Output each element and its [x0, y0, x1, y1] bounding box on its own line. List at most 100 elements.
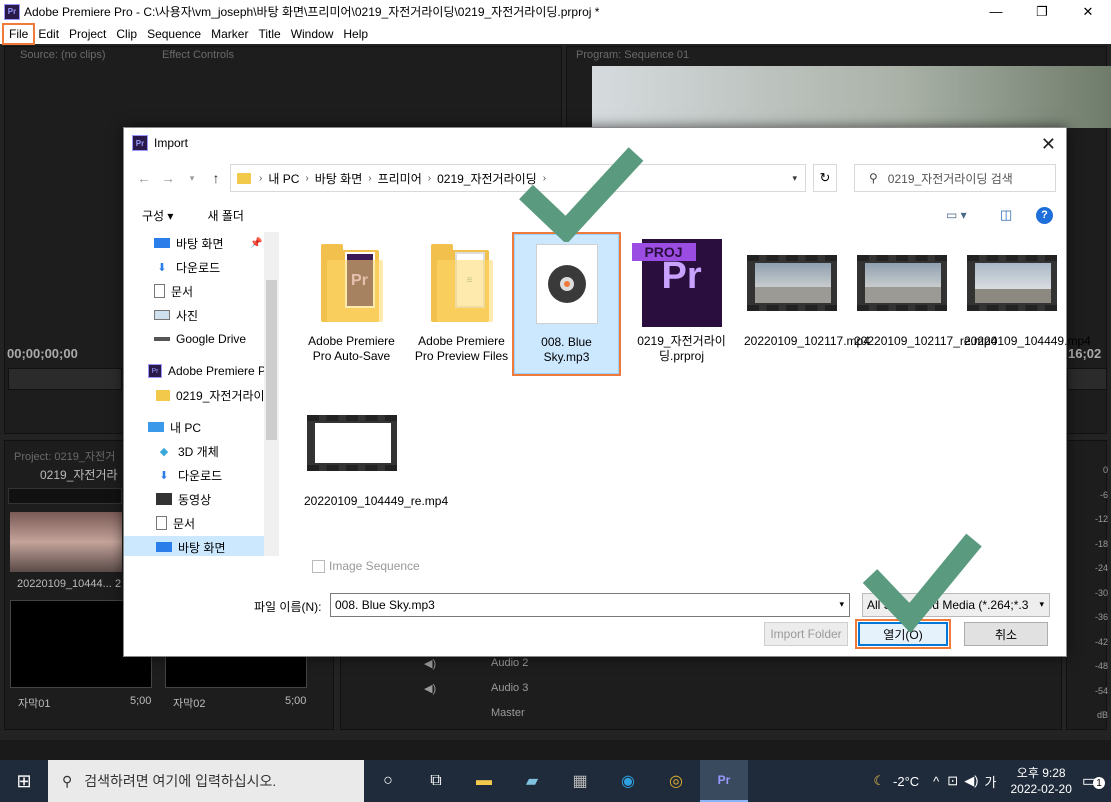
breadcrumb-pc[interactable]: 내 PC	[268, 170, 299, 187]
minimize-icon[interactable]: —	[973, 0, 1019, 23]
menu-edit[interactable]: Edit	[33, 25, 64, 43]
menu-help[interactable]: Help	[338, 25, 373, 43]
close-icon[interactable]: ✕	[1065, 0, 1111, 23]
taskbar-search-input[interactable]: ⚲ 검색하려면 여기에 입력하십시오.	[48, 760, 364, 802]
forward-icon[interactable]: →	[156, 170, 180, 186]
notes-app-icon[interactable]: ▰	[508, 760, 556, 802]
nav-item-3d-objects[interactable]: ◆ 3D 개체	[156, 440, 219, 462]
file-item-video-2-re[interactable]: 20220109_104449_re.mp4	[299, 398, 448, 509]
effect-controls-tab[interactable]: Effect Controls	[162, 49, 234, 61]
chrome-icon[interactable]: ◎	[652, 760, 700, 802]
cortana-icon[interactable]: ○	[364, 760, 412, 802]
file-item-blue-sky-mp3[interactable]: 008. Blue Sky.mp3	[512, 232, 621, 376]
premiere-taskbar-icon[interactable]: Pr	[700, 760, 748, 802]
menu-project[interactable]: Project	[64, 25, 111, 43]
organize-button[interactable]: 구성 ▾	[142, 207, 173, 224]
date: 2022-02-20	[1010, 782, 1072, 796]
new-folder-button[interactable]: 새 폴더	[207, 207, 243, 224]
chevron-down-icon[interactable]: ▾	[1039, 599, 1044, 610]
nav-scrollbar[interactable]	[264, 232, 279, 556]
menu-clip[interactable]: Clip	[111, 25, 142, 43]
project-search-input[interactable]	[8, 488, 122, 504]
help-icon[interactable]: ?	[1036, 206, 1053, 224]
chevron-down-icon[interactable]: ▾	[792, 173, 797, 184]
track-audio-3[interactable]: Audio 3	[491, 682, 528, 694]
file-name: 20220109_102117_re.mp4	[854, 334, 998, 348]
checkbox[interactable]	[312, 559, 325, 573]
program-tab[interactable]: Program: Sequence 01	[576, 49, 689, 61]
bin-thumb-video[interactable]	[10, 512, 122, 572]
breadcrumb-premiere[interactable]: 프리미어	[378, 170, 422, 187]
menu-sequence[interactable]: Sequence	[142, 25, 206, 43]
close-icon[interactable]: ✕	[1041, 134, 1056, 155]
nav-item-pictures[interactable]: 사진	[154, 304, 198, 326]
meter-scale-label: -12	[1094, 514, 1108, 524]
calculator-icon[interactable]: ▦	[556, 760, 604, 802]
file-name: 20220109_102117.mp4	[744, 334, 870, 348]
network-icon[interactable]: ⊡	[947, 773, 958, 789]
back-icon[interactable]: ←	[132, 170, 156, 186]
view-icon[interactable]: ▭ ▾	[946, 208, 967, 222]
nav-item-downloads[interactable]: ⬇ 다운로드	[154, 256, 220, 278]
clock[interactable]: 오후 9:28 2022-02-20	[1010, 765, 1071, 797]
menu-window[interactable]: Window	[286, 25, 339, 43]
file-item-auto-save[interactable]: Pr Adobe Premiere Pro Auto-Save	[299, 238, 404, 364]
program-scrubber[interactable]	[1067, 368, 1107, 390]
nav-item-project-folder[interactable]: 0219_자전거라이	[156, 384, 265, 406]
chevron-up-icon[interactable]: ^	[933, 774, 939, 789]
edge-icon[interactable]: ◉	[604, 760, 652, 802]
menu-title[interactable]: Title	[253, 25, 285, 43]
nav-item-premiere[interactable]: Pr Adobe Premiere P	[148, 360, 266, 382]
image-sequence-checkbox[interactable]: Image Sequence	[312, 559, 420, 573]
desktop-icon	[156, 542, 172, 552]
file-item-preview-files[interactable]: ≡ Adobe Premiere Pro Preview Files	[409, 238, 514, 364]
nav-item-desktop-pc[interactable]: 바탕 화면	[124, 536, 264, 556]
chevron-down-icon[interactable]: ▾	[839, 599, 844, 610]
source-tab[interactable]: Source: (no clips)	[20, 49, 106, 61]
3d-icon: ◆	[159, 445, 169, 458]
nav-item-documents-pc[interactable]: 문서	[156, 512, 195, 534]
source-scrubber[interactable]	[8, 368, 122, 390]
nav-item-google-drive[interactable]: Google Drive	[154, 328, 246, 350]
file-item-video-1[interactable]: 20220109_102117.mp4	[739, 238, 870, 349]
search-input[interactable]: ⚲ 0219_자전거라이딩 검색	[854, 164, 1056, 192]
track-audio-2[interactable]: Audio 2	[491, 657, 528, 669]
menu-marker[interactable]: Marker	[206, 25, 253, 43]
nav-item-downloads-pc[interactable]: ⬇ 다운로드	[156, 464, 222, 486]
ime-indicator[interactable]: 가	[985, 772, 997, 791]
file-item-prproj[interactable]: PROJ Pr 0219_자전거라이딩.prproj	[629, 238, 734, 364]
scrollbar-thumb[interactable]	[266, 280, 277, 440]
refresh-icon[interactable]: ↻	[813, 164, 837, 192]
speaker-icon[interactable]: ◀)	[424, 657, 436, 670]
pc-icon	[148, 422, 164, 432]
nav-item-videos[interactable]: 동영상	[156, 488, 211, 510]
speaker-icon[interactable]: ◀)	[424, 682, 436, 695]
restore-icon[interactable]: ❐	[1019, 0, 1065, 23]
nav-item-desktop[interactable]: 바탕 화면	[154, 232, 224, 254]
nav-item-documents[interactable]: 문서	[154, 280, 193, 302]
video-thumbnail	[306, 415, 397, 471]
nav-item-this-pc[interactable]: 내 PC	[148, 416, 201, 438]
notification-icon[interactable]: ▭ 1	[1082, 771, 1105, 791]
project-tab[interactable]: Project: 0219_자전거	[14, 448, 115, 464]
chevron-down-icon[interactable]: ▾	[180, 173, 204, 184]
task-view-icon[interactable]: ⧉	[412, 760, 460, 802]
up-arrow-icon[interactable]: ↑	[204, 170, 228, 186]
source-timecode: 00;00;00;00	[7, 346, 78, 361]
file-item-video-2[interactable]: 20220109_104449.mp4	[959, 238, 1091, 349]
import-folder-button[interactable]: Import Folder	[764, 622, 848, 646]
taskbar-search-placeholder: 검색하려면 여기에 입력하십시오.	[84, 773, 277, 789]
file-name: Adobe Premiere Pro Auto-Save	[308, 334, 395, 363]
windows-start-icon[interactable]: ⊞	[0, 771, 48, 792]
weather-temp[interactable]: -2°C	[893, 774, 919, 789]
menu-file[interactable]: File	[1, 22, 36, 45]
preview-pane-icon[interactable]: ◫	[1000, 207, 1012, 223]
premiere-icon: Pr	[132, 135, 148, 151]
file-item-video-1-re[interactable]: 20220109_102117_re.mp4	[849, 238, 998, 349]
folder-icon: Pr	[320, 244, 383, 322]
filename-input[interactable]: 008. Blue Sky.mp3 ▾	[330, 593, 850, 617]
speaker-icon[interactable]: ◀)	[964, 773, 978, 789]
file-explorer-icon[interactable]: ▬	[460, 760, 508, 802]
track-master[interactable]: Master	[491, 707, 525, 719]
breadcrumb-desktop[interactable]: 바탕 화면	[315, 170, 363, 187]
